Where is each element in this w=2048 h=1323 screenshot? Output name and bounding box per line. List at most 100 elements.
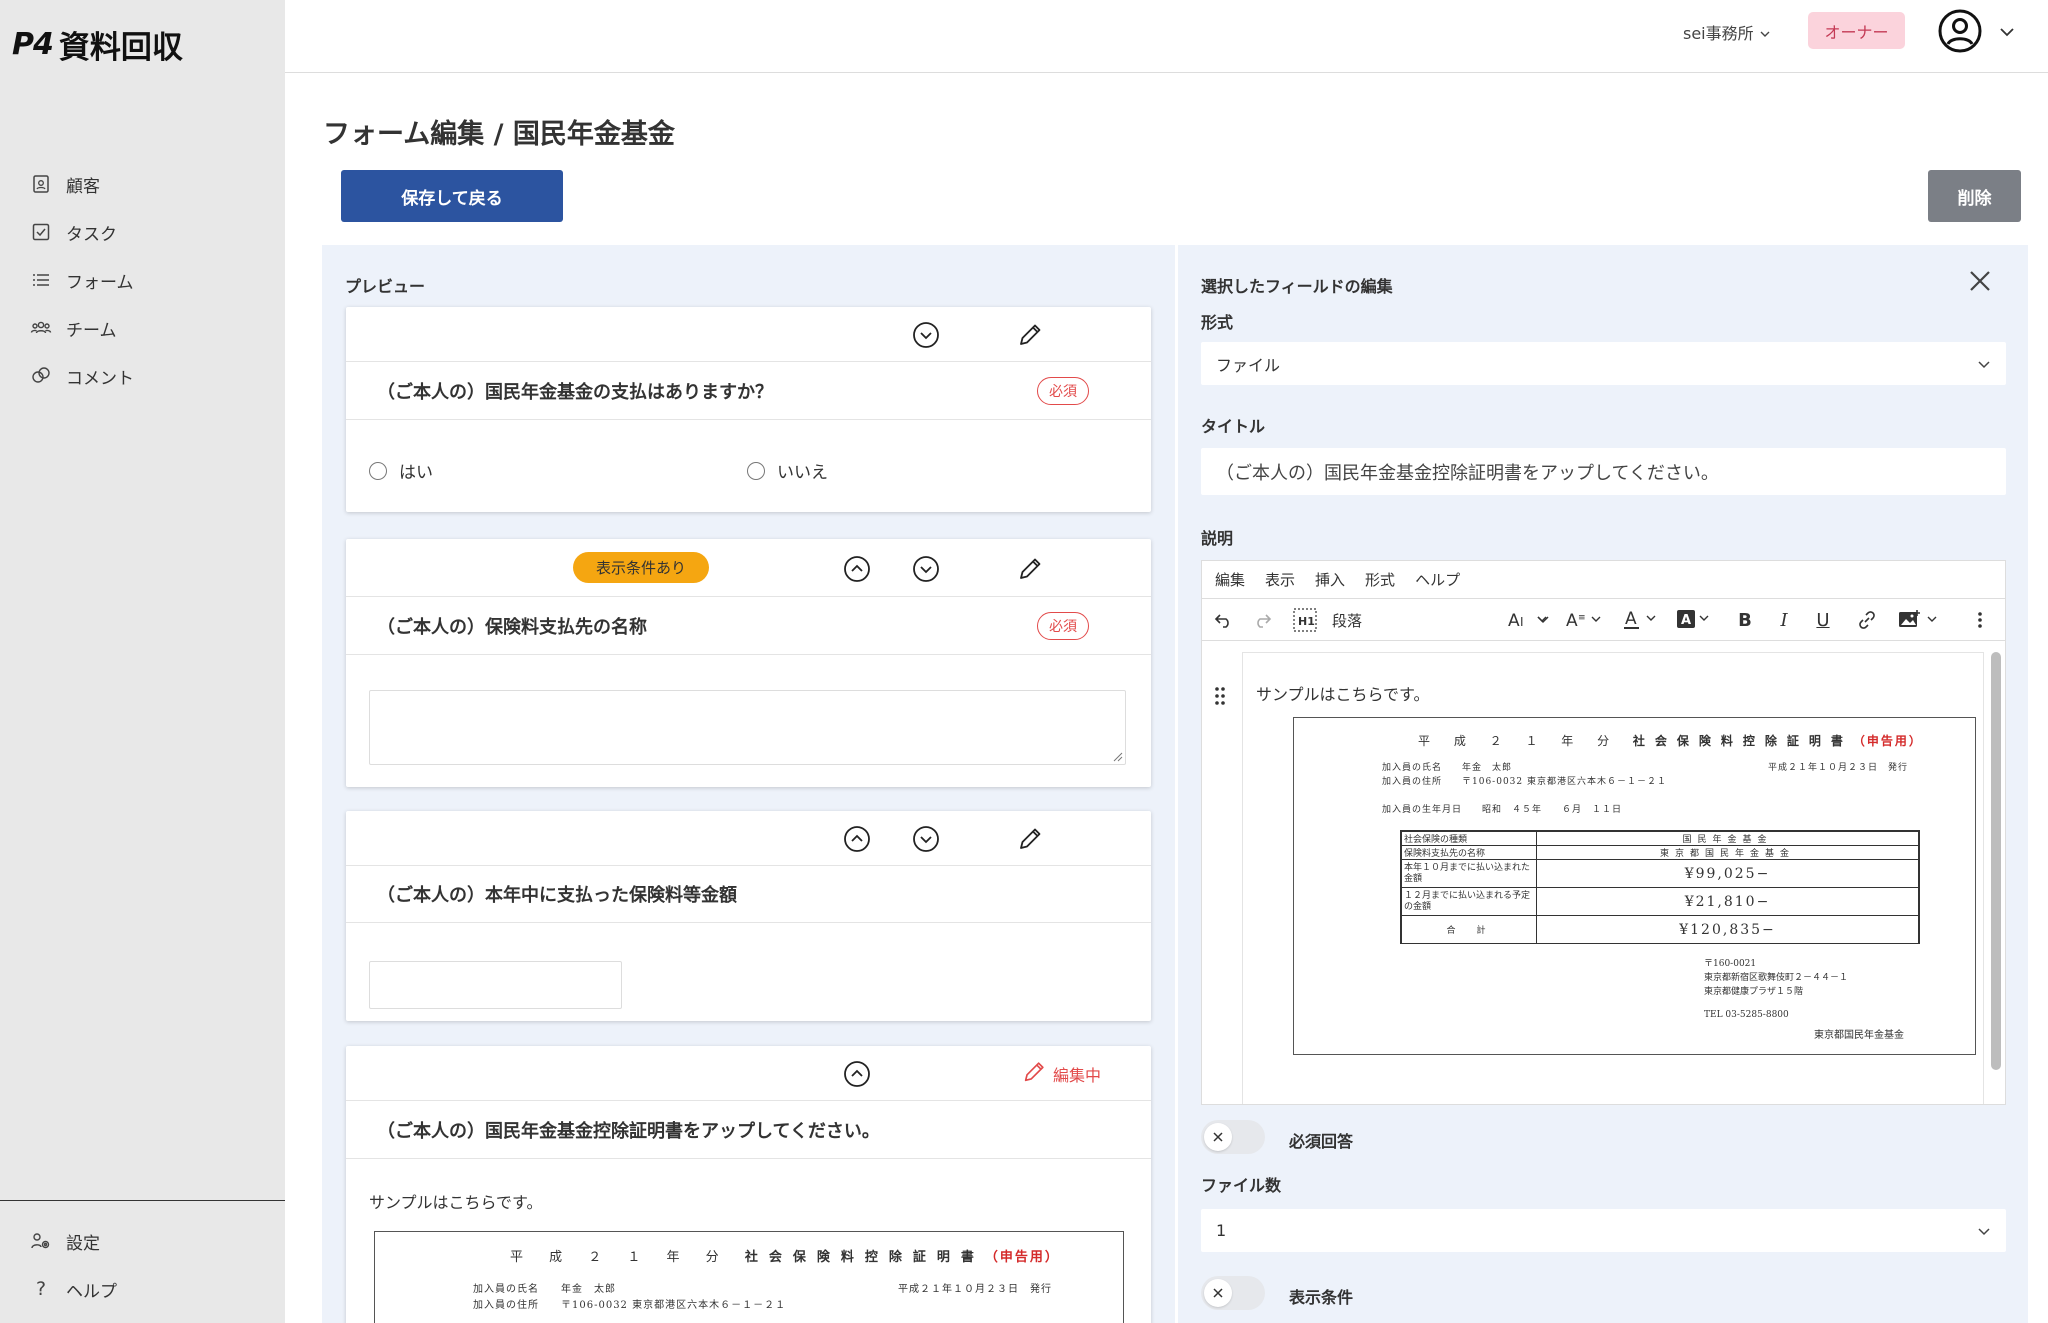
document-row-value: ¥99,025− (1536, 859, 1919, 888)
office-selector[interactable]: sei事務所 (1683, 20, 1770, 44)
amount-input[interactable] (369, 961, 622, 1009)
sidebar-item-team[interactable]: チーム (30, 304, 134, 352)
pencil-edit-icon[interactable] (1015, 554, 1045, 584)
sidebar-item-label: 設定 (66, 1233, 100, 1254)
document-row-label: 本年１０月までに払い込まれた金額 (1401, 859, 1537, 888)
document-dashed-border (1294, 717, 1975, 718)
radio-label: はい (399, 463, 433, 483)
editor-menubar: 編集 表示 挿入 形式 ヘルプ (1202, 561, 2005, 599)
title-input[interactable]: （ご本人の）国民年金基金控除証明書をアップしてください。 (1201, 448, 2006, 495)
editor-content-area[interactable]: サンプルはこちらです。 平 成 ２ １ 年 分 社会保険料控除証明書（申告用） … (1202, 642, 2005, 1104)
question-card-2[interactable]: 表示条件あり （ご本人の）保険料支払先の名称 必須 (346, 539, 1151, 787)
question-title: （ご本人の）国民年金基金の支払はありますか？ 必須 (346, 362, 1151, 420)
required-badge: 必須 (1037, 377, 1089, 405)
pencil-edit-icon[interactable] (1015, 824, 1045, 854)
editing-indicator: 編集中 (1021, 1059, 1101, 1089)
question-card-4[interactable]: 編集中 （ご本人の）国民年金基金控除証明書をアップしてください。 サンプルはこち… (346, 1046, 1151, 1323)
close-icon[interactable] (1966, 267, 1994, 295)
text-style-icon[interactable]: A ≡ (1565, 607, 1609, 633)
team-icon (30, 317, 52, 339)
redo-icon[interactable] (1250, 607, 1274, 633)
svg-text:A: A (1625, 609, 1637, 629)
bold-icon[interactable]: B (1733, 607, 1757, 633)
sidebar-item-forms[interactable]: フォーム (30, 256, 134, 304)
drag-handle-icon[interactable] (1214, 686, 1226, 711)
answer-area (346, 655, 1151, 785)
task-checkbox-icon (30, 221, 52, 243)
sidebar-item-tasks[interactable]: タスク (30, 208, 134, 256)
heading-h1-icon[interactable]: H1 (1292, 607, 1318, 633)
card-toolbar: 編集中 (346, 1046, 1151, 1101)
condition-toggle[interactable] (1201, 1276, 1265, 1310)
menu-format[interactable]: 形式 (1365, 569, 1395, 590)
card-toolbar (346, 811, 1151, 866)
document-row-value: ¥120,835− (1536, 915, 1919, 944)
question-card-1[interactable]: （ご本人の）国民年金基金の支払はありますか？ 必須 はい いいえ (346, 307, 1151, 512)
insert-image-icon[interactable] (1897, 607, 1945, 633)
link-icon[interactable] (1855, 607, 1879, 633)
move-up-icon[interactable] (842, 554, 872, 584)
sidebar: P4 資料回収 顧客 タスク フォーム チーム コメント 設定 ? ヘルプ (0, 0, 285, 1323)
menu-help[interactable]: ヘルプ (1415, 569, 1460, 590)
sidebar-item-settings[interactable]: 設定 (30, 1217, 117, 1265)
top-bar: sei事務所 オーナー (285, 0, 2048, 73)
format-label: 形式 (1201, 313, 1234, 332)
resize-handle-icon[interactable] (1113, 752, 1123, 762)
title-label: タイトル (1201, 417, 1266, 436)
more-options-icon[interactable] (1970, 607, 1990, 633)
menu-view[interactable]: 表示 (1265, 569, 1295, 590)
edit-panel-title: 選択したフィールドの編集 (1201, 277, 1393, 296)
answer-textarea[interactable] (369, 690, 1126, 765)
radio-option-no[interactable]: いいえ (747, 458, 828, 483)
sidebar-divider (0, 1200, 285, 1201)
sidebar-item-comments[interactable]: コメント (30, 352, 134, 400)
file-count-value: 1 (1216, 1221, 1227, 1240)
editor-scrollbar[interactable] (1991, 652, 2001, 1070)
question-text: （ご本人の）国民年金基金の支払はありますか？ (377, 381, 773, 403)
app-logo[interactable]: P4 資料回収 (12, 22, 183, 67)
delete-button[interactable]: 削除 (1928, 170, 2021, 222)
sidebar-item-customers[interactable]: 顧客 (30, 160, 134, 208)
rich-text-editor: 編集 表示 挿入 形式 ヘルプ H1 段落 AI A ≡ A A B I U サ… (1201, 560, 2006, 1105)
chevron-down-icon[interactable] (2000, 22, 2014, 42)
italic-icon[interactable]: I (1772, 607, 1796, 633)
customer-icon (30, 173, 52, 195)
menu-insert[interactable]: 挿入 (1315, 569, 1345, 590)
question-title: （ご本人の）保険料支払先の名称 必須 (346, 597, 1151, 655)
move-down-icon[interactable] (911, 320, 941, 350)
document-row-value: ¥21,810− (1536, 887, 1919, 916)
highlight-color-icon[interactable]: A (1675, 607, 1719, 633)
sidebar-item-help[interactable]: ? ヘルプ (30, 1265, 117, 1313)
pencil-edit-icon[interactable] (1015, 320, 1045, 350)
required-toggle[interactable] (1201, 1120, 1265, 1154)
menu-edit[interactable]: 編集 (1215, 569, 1245, 590)
save-and-return-button[interactable]: 保存して戻る (341, 170, 563, 222)
svg-text:H1: H1 (1298, 615, 1315, 628)
document-name-line: 加入員の氏名 年金 太郎 (1382, 763, 1513, 773)
document-address-street: 東京都新宿区歌舞伎町２－４４－１ (1704, 973, 1849, 983)
sidebar-bottom-nav: 設定 ? ヘルプ (30, 1217, 117, 1313)
radio-option-yes[interactable]: はい (369, 458, 433, 483)
user-avatar-icon[interactable] (1938, 9, 1982, 53)
question-text: （ご本人の）国民年金基金控除証明書をアップしてください。 (377, 1120, 880, 1142)
move-down-icon[interactable] (911, 824, 941, 854)
settings-icon (30, 1230, 52, 1252)
undo-icon[interactable] (1212, 607, 1236, 633)
move-up-icon[interactable] (842, 824, 872, 854)
underline-icon[interactable]: U (1811, 607, 1835, 633)
help-icon: ? (35, 1278, 47, 1300)
sidebar-item-label: チーム (66, 320, 117, 341)
move-up-icon[interactable] (842, 1059, 872, 1089)
document-row-label: 合 計 (1401, 915, 1537, 944)
move-down-icon[interactable] (911, 554, 941, 584)
editor-document-image[interactable]: 平 成 ２ １ 年 分 社会保険料控除証明書（申告用） 加入員の氏名 年金 太郎… (1293, 717, 1976, 1055)
question-card-3[interactable]: （ご本人の）本年中に支払った保険料等金額 (346, 811, 1151, 1021)
office-name: sei事務所 (1683, 24, 1754, 43)
format-select[interactable]: ファイル (1201, 342, 2006, 385)
file-count-select[interactable]: 1 (1201, 1209, 2006, 1252)
font-size-icon[interactable]: AI (1507, 607, 1551, 633)
document-dashed-border (375, 1231, 1123, 1232)
font-color-icon[interactable]: A (1622, 607, 1666, 633)
file-count-label: ファイル数 (1201, 1176, 1282, 1195)
close-icon (1213, 1132, 1223, 1142)
